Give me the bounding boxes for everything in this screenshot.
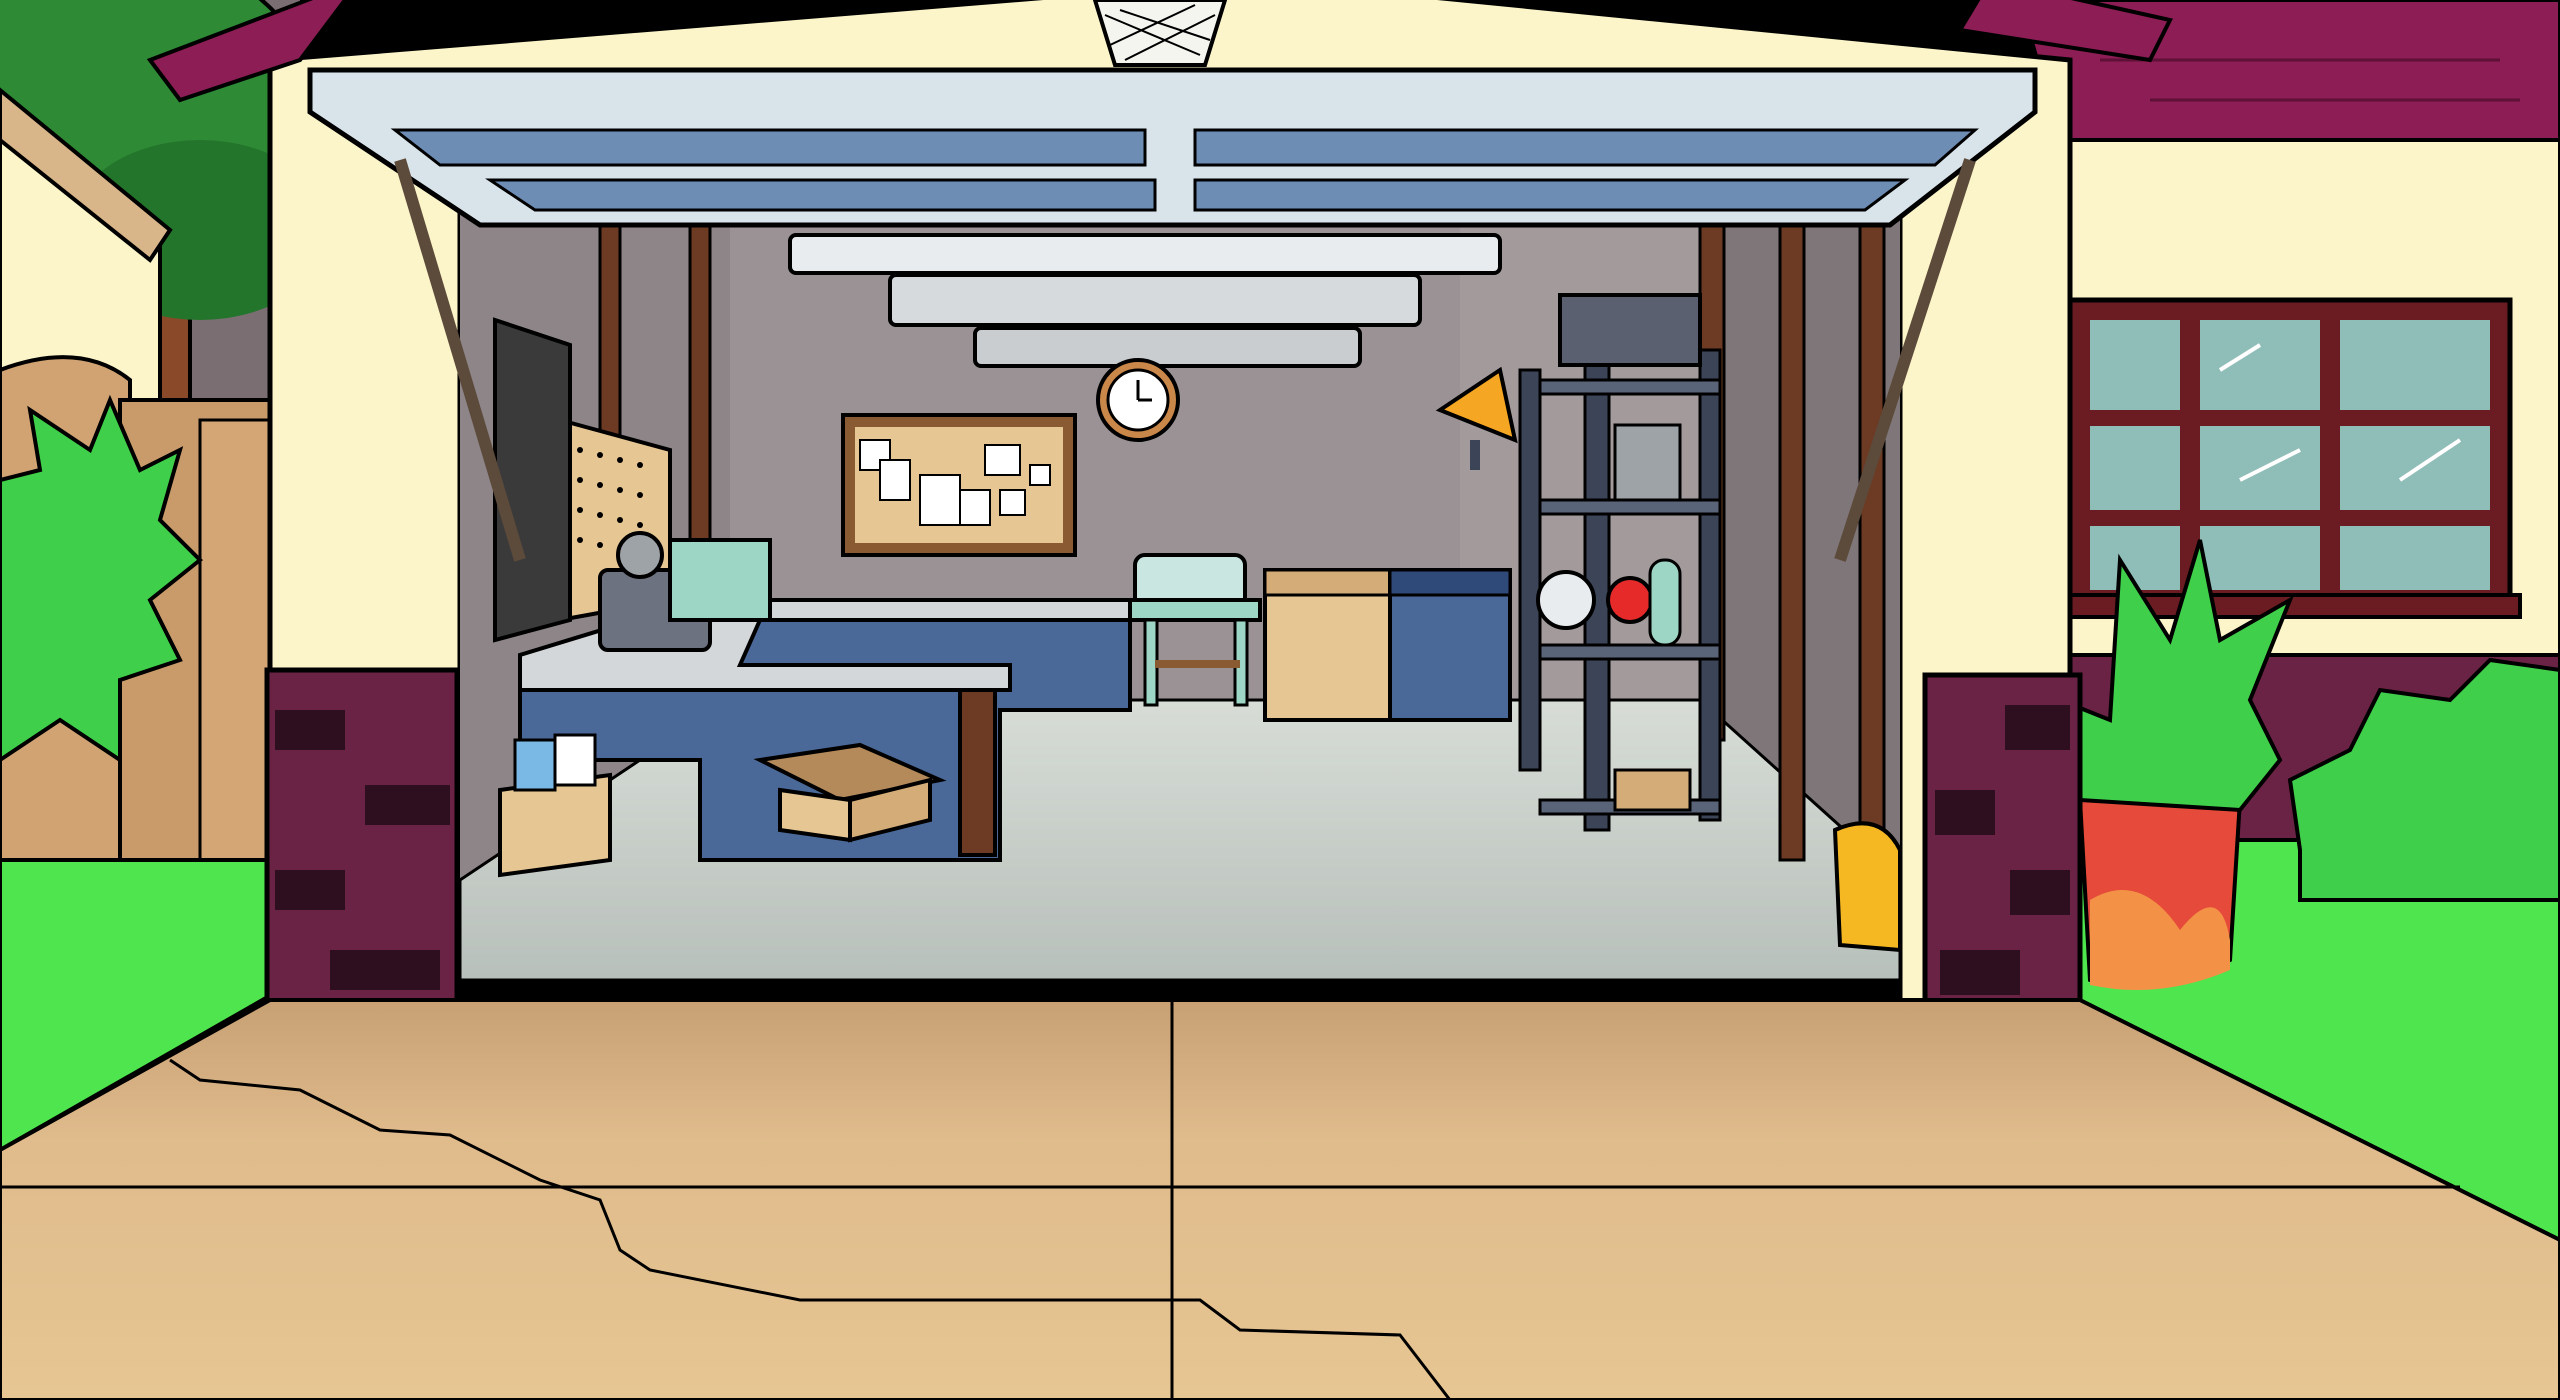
garage-scene (0, 0, 2560, 1400)
basketball-hoop-net[interactable] (1092, 0, 1228, 67)
cardboard-box[interactable] (498, 733, 612, 878)
brick-pillar-right (1922, 672, 2083, 1013)
scene-canvas (0, 0, 2560, 1400)
washing-machine[interactable] (1263, 568, 1392, 722)
dryer[interactable] (1388, 568, 1512, 722)
cork-board[interactable] (841, 413, 1077, 557)
hockey-bell[interactable] (1832, 821, 1902, 953)
brick-pillar-left (264, 667, 460, 1008)
wall-clock[interactable] (1096, 358, 1180, 442)
window[interactable] (2058, 297, 2522, 619)
